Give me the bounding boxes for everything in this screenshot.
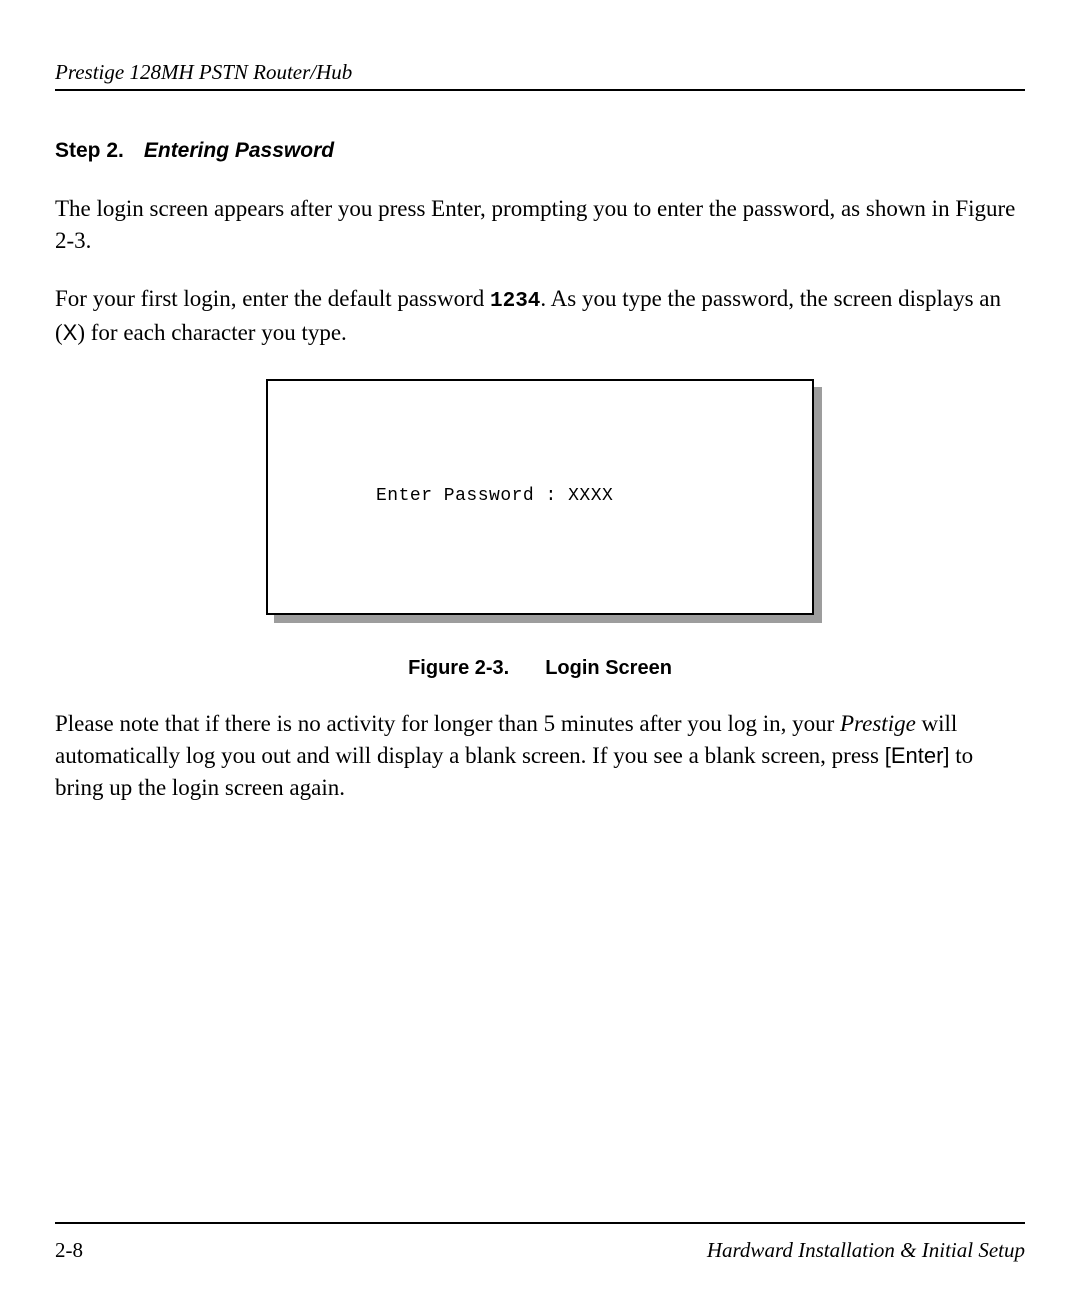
- product-name: Prestige: [840, 711, 916, 736]
- step-number-label: Step 2.: [55, 139, 124, 162]
- page-footer: 2-8 Hardward Installation & Initial Setu…: [55, 1222, 1025, 1263]
- default-password: 1234: [490, 290, 540, 313]
- body-paragraph-1: The login screen appears after you press…: [55, 193, 1025, 257]
- footer-row: 2-8 Hardward Installation & Initial Setu…: [55, 1238, 1025, 1263]
- footer-rule: [55, 1222, 1025, 1224]
- figure-caption-title: Login Screen: [545, 657, 672, 679]
- running-header: Prestige 128MH PSTN Router/Hub: [55, 60, 1025, 91]
- p3-text-pre: Please note that if there is no activity…: [55, 711, 840, 736]
- figure-login-screen: Enter Password : XXXX: [266, 379, 814, 615]
- body-paragraph-2: For your first login, enter the default …: [55, 283, 1025, 349]
- figure-caption: Figure 2-3. Login Screen: [55, 657, 1025, 680]
- p2-text-pre: For your first login, enter the default …: [55, 286, 490, 311]
- footer-section-title: Hardward Installation & Initial Setup: [707, 1238, 1025, 1263]
- p2-text-post: ) for each character you type.: [77, 320, 346, 345]
- enter-key: Enter: [891, 743, 944, 768]
- page-number: 2-8: [55, 1238, 83, 1263]
- body-paragraph-3: Please note that if there is no activity…: [55, 708, 1025, 805]
- masking-char: X: [63, 320, 78, 345]
- terminal-password-prompt: Enter Password : XXXX: [376, 486, 613, 506]
- step-title: Entering Password: [144, 139, 334, 162]
- figure-caption-label: Figure 2-3.: [408, 657, 509, 679]
- figure-box: Enter Password : XXXX: [266, 379, 814, 615]
- step-heading: Step 2. Entering Password: [55, 139, 1025, 163]
